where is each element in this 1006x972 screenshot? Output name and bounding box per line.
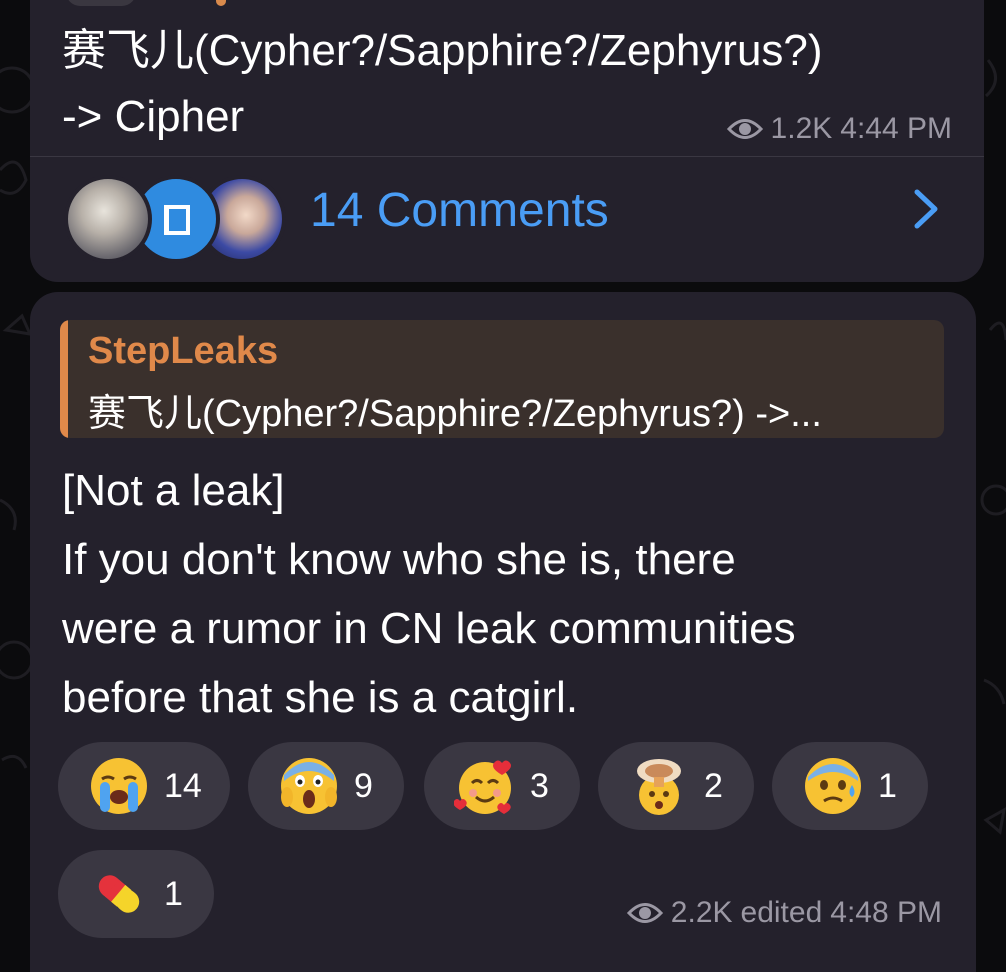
reply-accent-bar [60,320,68,438]
reaction-count: 2 [704,766,723,805]
chevron-right-icon [914,189,938,229]
channel-post: StepLeaks 赛飞儿(Cypher?/Sapphire?/Zephyrus… [30,292,976,972]
edited-label: edited [740,896,823,929]
reply-quote[interactable]: StepLeaks 赛飞儿(Cypher?/Sapphire?/Zephyrus… [60,320,944,438]
message-line: If you don't know who she is, there [62,535,736,584]
reaction-chip[interactable]: 9 [248,742,404,830]
reaction-chip[interactable]: 1 [772,742,928,830]
post-media-stub [66,0,136,6]
sender-name-stub [216,0,226,6]
message-text: [Not a leak] If you don't know who she i… [62,456,942,732]
eye-icon [626,903,663,923]
post-text-line: 赛飞儿(Cypher?/Sapphire?/Zephyrus?) [62,26,823,75]
channel-post-previous: 赛飞儿(Cypher?/Sapphire?/Zephyrus?) -> Ciphe… [30,0,984,282]
post-meta: 1.2K 4:44 PM [726,112,952,146]
reaction-count: 3 [530,766,549,805]
pill-icon [98,875,140,913]
reaction-chip[interactable]: 3 [424,742,580,830]
eye-icon [726,119,763,139]
post-text: 赛飞儿(Cypher?/Sapphire?/Zephyrus?) -> Ciphe… [62,18,823,150]
message-line: [Not a leak] [62,466,285,515]
reply-preview: 赛飞儿(Cypher?/Sapphire?/Zephyrus?) ->... [88,393,822,435]
post-text-line: -> Cipher [62,92,245,141]
reaction-count: 1 [878,766,897,805]
post-time: 4:48 PM [830,896,942,929]
reaction-count: 9 [354,766,373,805]
exploding-head-icon [637,759,681,815]
flag-icon [164,205,190,235]
post-time: 4:44 PM [840,112,952,145]
reaction-count: 1 [164,874,183,913]
anxious-face-with-sweat-icon [805,758,861,814]
commenter-avatar-1 [64,175,152,263]
post-meta: 2.2K edited 4:48 PM [626,896,942,930]
reaction-chip[interactable]: 2 [598,742,754,830]
comments-count-label: 14 Comments [310,184,609,237]
smiling-face-with-hearts-icon [454,760,511,814]
reaction-count: 14 [164,766,202,805]
reaction-chip[interactable]: 1 [58,850,214,938]
reply-author: StepLeaks [88,330,279,372]
comments-button[interactable]: 14 Comments [30,157,984,282]
view-count: 2.2K [670,896,733,929]
loudly-crying-face-icon [91,758,147,814]
face-screaming-in-fear-icon [281,758,337,814]
view-count: 1.2K [770,112,833,145]
message-line: before that she is a catgirl. [62,673,579,722]
message-line: were a rumor in CN leak communities [62,604,796,653]
reaction-chip[interactable]: 14 [58,742,230,830]
